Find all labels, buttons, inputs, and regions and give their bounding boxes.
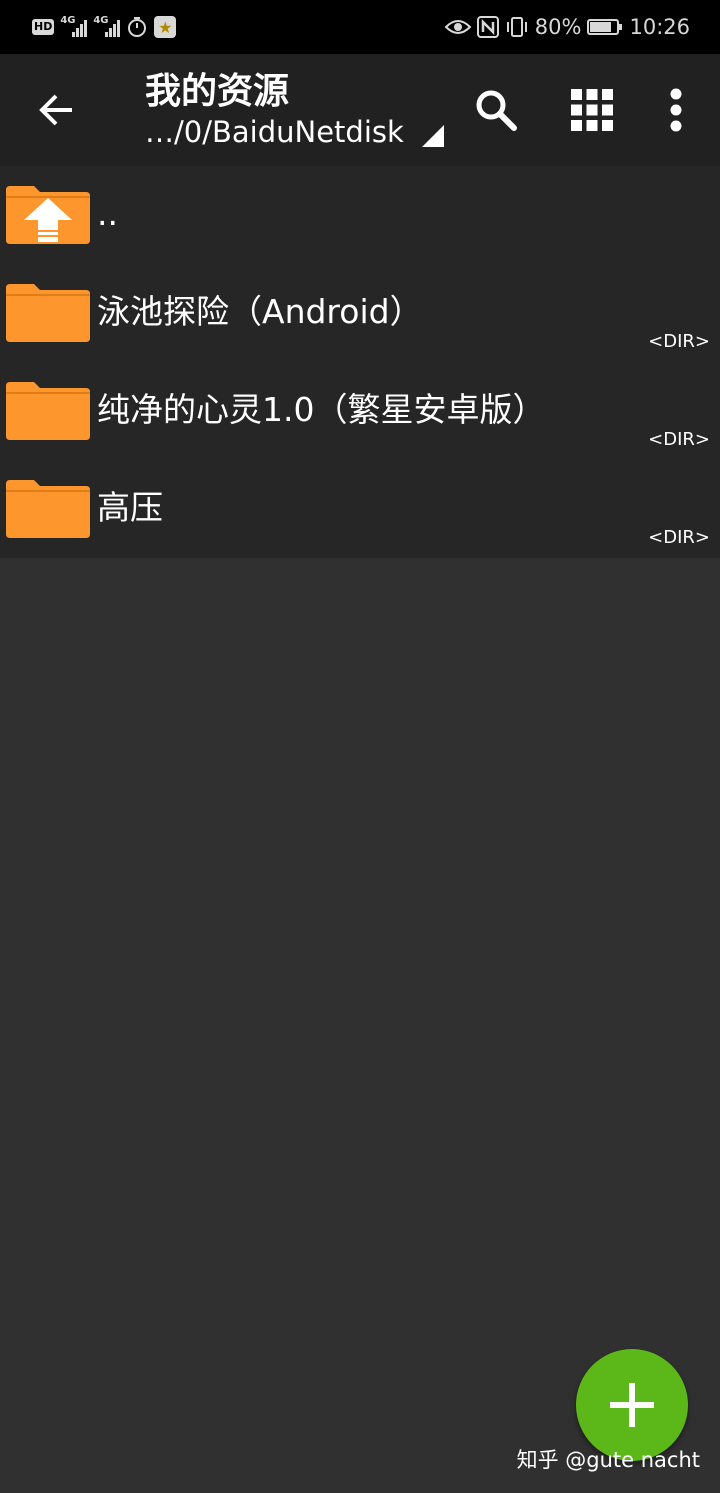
app-bar: 我的资源 …/0/BaiduNetdisk	[0, 54, 720, 166]
folder-icon	[6, 284, 90, 342]
path-selector[interactable]: …/0/BaiduNetdisk	[145, 114, 444, 150]
plus-icon	[610, 1383, 654, 1427]
eye-icon	[444, 20, 471, 34]
screen: HD 4G 4G ★ 80% 10:26 我的资源 …/0/BaiduNetdi…	[0, 0, 720, 1493]
signal-icon: 4G	[60, 15, 88, 37]
network-type-label: 4G	[60, 15, 76, 26]
folder-icon	[6, 480, 90, 538]
file-type: <DIR>	[648, 527, 710, 548]
file-name: 纯净的心灵1.0（繁星安卓版）	[97, 390, 546, 429]
file-type: <DIR>	[648, 429, 710, 450]
clock: 10:26	[629, 15, 690, 39]
status-left: HD 4G 4G ★	[32, 15, 177, 38]
list-item[interactable]: ..	[0, 166, 720, 264]
timer-icon	[128, 17, 147, 37]
watermark: 知乎 @gute nacht	[516, 1448, 700, 1472]
status-bar: HD 4G 4G ★ 80% 10:26	[0, 0, 720, 54]
vibrate-icon	[506, 17, 527, 37]
folder-icon	[6, 382, 90, 440]
back-button[interactable]	[22, 76, 90, 144]
battery-icon	[587, 19, 623, 35]
battery-fill	[590, 22, 611, 32]
file-name: ..	[97, 194, 118, 233]
file-type: <DIR>	[648, 331, 710, 352]
grid-view-button[interactable]	[558, 76, 626, 144]
star-app-icon: ★	[154, 16, 177, 38]
more-options-button[interactable]	[642, 76, 710, 144]
folder-up-icon	[6, 186, 90, 244]
network-type-label-2: 4G	[93, 15, 109, 26]
search-icon	[476, 90, 517, 131]
hd-icon: HD	[32, 19, 55, 35]
signal-icon-2: 4G	[93, 15, 121, 37]
list-item[interactable]: 纯净的心灵1.0（繁星安卓版） <DIR>	[0, 362, 720, 460]
search-button[interactable]	[462, 76, 530, 144]
file-name: 泳池探险（Android）	[97, 292, 423, 331]
list-item[interactable]: 泳池探险（Android） <DIR>	[0, 264, 720, 362]
list-item[interactable]: 高压 <DIR>	[0, 460, 720, 558]
dropdown-arrow-icon	[421, 125, 444, 147]
page-title: 我的资源	[145, 71, 290, 112]
more-vert-icon	[670, 88, 682, 132]
grid-icon	[571, 89, 613, 131]
status-right: 80% 10:26	[444, 15, 690, 39]
back-arrow-icon	[39, 94, 72, 126]
battery-percent: 80%	[534, 15, 582, 39]
file-list: .. 泳池探险（Android） <DIR> 纯净的心灵1.0（繁星安卓版） <…	[0, 166, 720, 558]
file-name: 高压	[97, 488, 163, 527]
current-path: …/0/BaiduNetdisk	[145, 115, 404, 149]
title-block[interactable]: 我的资源 …/0/BaiduNetdisk	[145, 70, 444, 150]
nfc-icon	[476, 16, 499, 38]
